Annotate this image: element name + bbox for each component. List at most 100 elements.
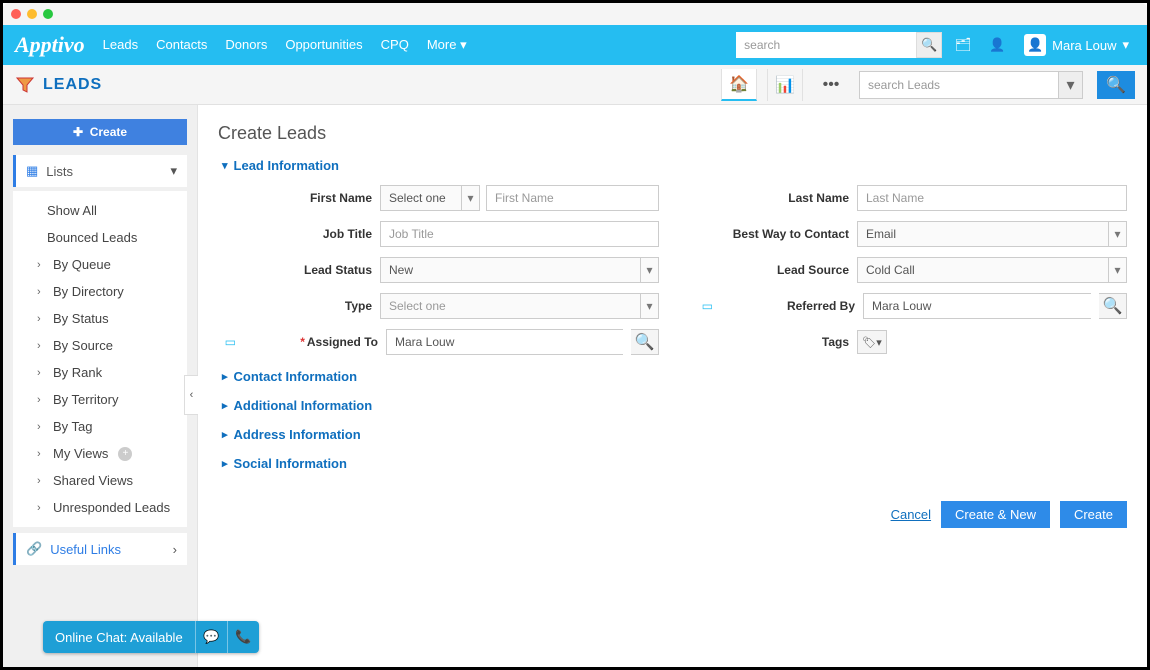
sidebar-lists-header[interactable]: ▦ Lists ▾ — [13, 155, 187, 187]
module-search-button[interactable]: 🔍 — [1097, 71, 1135, 99]
chevron-right-icon: › — [37, 259, 47, 271]
funnel-icon — [15, 75, 35, 95]
window-titlebar — [3, 3, 1147, 25]
sidebar-item-by-source[interactable]: ›By Source — [13, 332, 187, 359]
sidebar-item-shared-views[interactable]: ›Shared Views — [13, 467, 187, 494]
section-address-info[interactable]: ▸ Address Information — [222, 427, 1127, 442]
sidebar-useful-links[interactable]: 🔗 Useful Links › — [13, 533, 187, 565]
search-icon: 🔍 — [1106, 75, 1126, 95]
global-search-input[interactable] — [736, 32, 916, 58]
chat-call-button[interactable]: 📞 — [227, 621, 259, 653]
create-submit-button[interactable]: Create — [1060, 501, 1127, 528]
card-icon: ▭ — [222, 335, 236, 349]
referred-by-input[interactable] — [863, 293, 1091, 319]
sidebar-item-show-all[interactable]: Show All — [13, 197, 187, 224]
nav-opportunities[interactable]: Opportunities — [285, 37, 362, 53]
salutation-select[interactable]: Select one▾ — [380, 185, 480, 211]
sidebar-item-my-views[interactable]: ›My Views+ — [13, 440, 187, 467]
module-search-dropdown[interactable]: ▾ — [1059, 71, 1083, 99]
collapse-sidebar-button[interactable]: ‹ — [184, 375, 198, 415]
type-select[interactable]: Select one▾ — [380, 293, 659, 319]
chevron-right-icon: › — [37, 286, 47, 298]
minimize-window-icon[interactable] — [27, 9, 37, 19]
assigned-to-input[interactable] — [386, 329, 623, 355]
chevron-right-icon: › — [37, 475, 47, 487]
module-bar: LEADS 🏠 📊 ••• ▾ 🔍 — [3, 65, 1147, 105]
section-lead-info[interactable]: ▾ Lead Information — [222, 158, 1127, 173]
lead-source-select[interactable]: Cold Call▾ — [857, 257, 1127, 283]
main-content: Create Leads ▾ Lead Information First Na… — [198, 105, 1147, 667]
global-search: 🔍 — [736, 32, 942, 58]
notifications-icon[interactable]: 👤 — [984, 32, 1010, 58]
chevron-right-icon: ▸ — [222, 457, 228, 470]
last-name-input[interactable] — [857, 185, 1127, 211]
search-icon: 🔍 — [635, 332, 655, 352]
sidebar-item-by-territory[interactable]: ›By Territory — [13, 386, 187, 413]
referred-by-lookup-button[interactable]: 🔍 — [1099, 293, 1127, 319]
sidebar-item-by-rank[interactable]: ›By Rank — [13, 359, 187, 386]
lead-info-form: First Name Select one▾ Last Name Job Tit… — [222, 185, 1127, 355]
chevron-right-icon: › — [37, 367, 47, 379]
tags-button[interactable]: 🏷▾ — [857, 330, 887, 354]
global-search-button[interactable]: 🔍 — [916, 32, 942, 58]
chevron-right-icon: › — [37, 313, 47, 325]
user-menu[interactable]: 👤 Mara Louw ▾ — [1018, 34, 1135, 56]
apps-icon[interactable]: 🗂 — [950, 32, 976, 58]
best-way-select[interactable]: Email▾ — [857, 221, 1127, 247]
chat-widget: Online Chat: Available 💬 📞 — [43, 621, 259, 653]
sidebar-item-bounced[interactable]: Bounced Leads — [13, 224, 187, 251]
nav-leads[interactable]: Leads — [103, 37, 138, 53]
module-title: LEADS — [43, 76, 102, 94]
nav-cpq[interactable]: CPQ — [381, 37, 409, 53]
nav-donors[interactable]: Donors — [225, 37, 267, 53]
top-nav: Leads Contacts Donors Opportunities CPQ … — [103, 37, 467, 53]
home-icon: 🏠 — [729, 74, 749, 94]
chevron-right-icon: › — [37, 421, 47, 433]
maximize-window-icon[interactable] — [43, 9, 53, 19]
module-search-input[interactable] — [859, 71, 1059, 99]
more-actions-button[interactable]: ••• — [813, 69, 849, 101]
home-view-button[interactable]: 🏠 — [721, 69, 757, 101]
section-additional-info[interactable]: ▸ Additional Information — [222, 398, 1127, 413]
chevron-down-icon: ▾ — [1108, 222, 1126, 246]
lead-status-label: Lead Status — [222, 263, 372, 277]
section-social-info[interactable]: ▸ Social Information — [222, 456, 1127, 471]
section-contact-info[interactable]: ▸ Contact Information — [222, 369, 1127, 384]
add-view-icon[interactable]: + — [118, 447, 132, 461]
nav-contacts[interactable]: Contacts — [156, 37, 207, 53]
referred-by-label: Referred By — [721, 299, 855, 313]
nav-more[interactable]: More ▾ — [427, 37, 467, 53]
chevron-right-icon: › — [37, 394, 47, 406]
first-name-input[interactable] — [486, 185, 659, 211]
chevron-down-icon: ▾ — [460, 37, 467, 52]
sidebar-item-by-status[interactable]: ›By Status — [13, 305, 187, 332]
sidebar-item-by-tag[interactable]: ›By Tag — [13, 413, 187, 440]
first-name-label: First Name — [222, 191, 372, 205]
chevron-right-icon: ▸ — [222, 370, 228, 383]
brand-logo[interactable]: Apptivo — [15, 32, 85, 58]
chevron-right-icon: ▸ — [222, 428, 228, 441]
bar-chart-icon: 📊 — [775, 75, 795, 95]
chevron-right-icon: › — [173, 542, 177, 557]
sidebar-item-by-queue[interactable]: ›By Queue — [13, 251, 187, 278]
create-and-new-button[interactable]: Create & New — [941, 501, 1050, 528]
sidebar-lists: Show All Bounced Leads ›By Queue ›By Dir… — [13, 191, 187, 527]
sidebar-item-by-directory[interactable]: ›By Directory — [13, 278, 187, 305]
sidebar-lists-label: Lists — [46, 164, 73, 179]
chevron-down-icon: ▾ — [1066, 75, 1074, 95]
create-button[interactable]: ✚ Create — [13, 119, 187, 145]
job-title-input[interactable] — [380, 221, 659, 247]
lead-source-label: Lead Source — [699, 263, 849, 277]
link-icon: 🔗 — [26, 541, 42, 557]
topbar: Apptivo Leads Contacts Donors Opportunit… — [3, 25, 1147, 65]
sidebar: ✚ Create ▦ Lists ▾ Show All Bounced Lead… — [3, 105, 198, 667]
cancel-button[interactable]: Cancel — [891, 507, 931, 522]
chart-view-button[interactable]: 📊 — [767, 69, 803, 101]
sidebar-item-unresponded[interactable]: ›Unresponded Leads — [13, 494, 187, 521]
assigned-to-lookup-button[interactable]: 🔍 — [631, 329, 659, 355]
chevron-down-icon: ▾ — [170, 163, 177, 179]
chat-message-button[interactable]: 💬 — [195, 621, 227, 653]
lead-status-select[interactable]: New▾ — [380, 257, 659, 283]
close-window-icon[interactable] — [11, 9, 21, 19]
avatar-icon: 👤 — [1024, 34, 1046, 56]
